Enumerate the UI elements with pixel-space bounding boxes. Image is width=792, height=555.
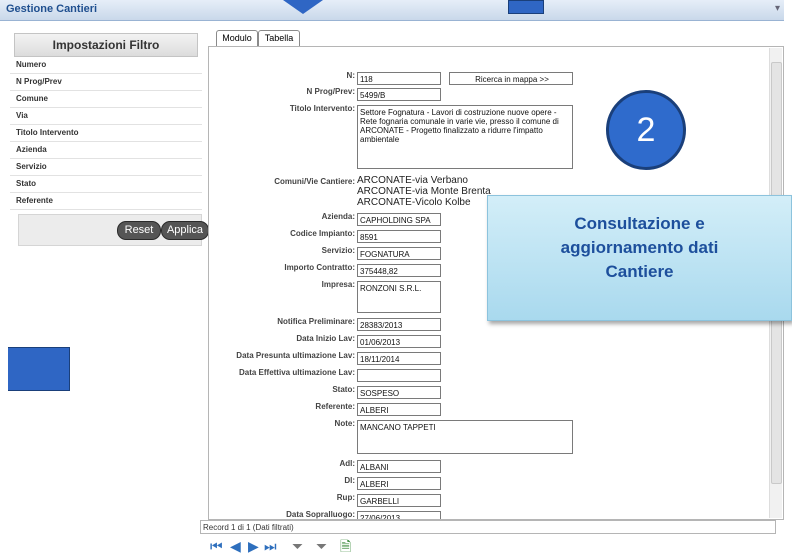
clear-filter-icon[interactable]: ⏷: [316, 538, 327, 554]
stato-label: Stato:: [332, 385, 355, 394]
impresa-label: Impresa:: [321, 280, 355, 289]
nprog-label: N Prog/Prev:: [306, 87, 355, 96]
callout-line: Cantiere: [605, 262, 674, 281]
decorative-rect-shape: [508, 0, 544, 14]
importo-label: Importo Contratto:: [284, 263, 355, 272]
map-search-button[interactable]: Ricerca in mappa >>: [449, 72, 573, 85]
decorative-block-shape: [8, 347, 70, 391]
first-record-icon[interactable]: ⏮: [210, 538, 223, 554]
reset-button[interactable]: Reset: [117, 221, 161, 240]
filter-icon[interactable]: ⏷: [292, 538, 303, 554]
n-label: N:: [346, 71, 355, 80]
tab-modulo[interactable]: Modulo: [216, 30, 258, 46]
callout-line: Consultazione e: [574, 214, 705, 233]
inizio-field[interactable]: 01/06/2013: [357, 335, 441, 348]
window-title: Gestione Cantieri: [6, 3, 98, 15]
step-number-badge: 2: [606, 90, 686, 170]
adl-label: Adl:: [339, 459, 355, 468]
titolo-textarea[interactable]: Settore Fognatura - Lavori di costruzion…: [357, 105, 573, 169]
note-textarea[interactable]: MANCANO TAPPETI: [357, 420, 573, 454]
dl-field[interactable]: ALBERI: [357, 477, 441, 490]
filter-row-via[interactable]: Via: [10, 108, 202, 125]
filter-buttons-bar: Reset Applica: [18, 214, 209, 246]
filter-row-stato[interactable]: Stato: [10, 176, 202, 193]
window-menu-icon[interactable]: ▾: [775, 3, 780, 14]
servizio-label: Servizio:: [321, 246, 355, 255]
filter-row-referente[interactable]: Referente: [10, 193, 202, 210]
effettiva-field[interactable]: [357, 369, 441, 382]
rup-field[interactable]: GARBELLI: [357, 494, 441, 507]
servizio-field[interactable]: FOGNATURA: [357, 247, 441, 260]
codice-field[interactable]: 8591: [357, 230, 441, 243]
stato-field[interactable]: SOSPESO: [357, 386, 441, 399]
referente-field[interactable]: ALBERI: [357, 403, 441, 416]
last-record-icon[interactable]: ⏭: [264, 538, 277, 554]
azienda-label: Azienda:: [321, 212, 355, 221]
impresa-textarea[interactable]: RONZONI S.R.L.: [357, 281, 441, 313]
n-field[interactable]: 118: [357, 72, 441, 85]
callout-line: aggiornamento dati: [560, 238, 719, 257]
presunta-field[interactable]: 18/11/2014: [357, 352, 441, 365]
inizio-label: Data Inizio Lav:: [296, 334, 355, 343]
presunta-label: Data Presunta ultimazione Lav:: [236, 351, 355, 360]
importo-field[interactable]: 375448,82: [357, 264, 441, 277]
comuni-item: ARCONATE-via Monte Brenta: [357, 186, 491, 197]
filter-row-comune[interactable]: Comune: [10, 91, 202, 108]
export-icon[interactable]: 🗎: [340, 538, 351, 554]
filter-row-servizio[interactable]: Servizio: [10, 159, 202, 176]
next-record-icon[interactable]: ▶: [248, 538, 259, 554]
note-label: Note:: [334, 419, 355, 428]
record-status: Record 1 di 1 (Dati filtrati): [200, 520, 776, 534]
effettiva-label: Data Effettiva ultimazione Lav:: [238, 368, 355, 377]
notifica-label: Notifica Preliminare:: [277, 317, 355, 326]
tab-tabella[interactable]: Tabella: [258, 30, 300, 46]
notifica-field[interactable]: 28383/2013: [357, 318, 441, 331]
comuni-list: ARCONATE-via Verbano ARCONATE-via Monte …: [357, 175, 491, 208]
sopralluogo-field[interactable]: 27/06/2013: [357, 511, 441, 519]
callout-box: Consultazione e aggiornamento dati Canti…: [487, 195, 792, 321]
sopralluogo-label: Data Sopralluogo:: [286, 510, 355, 519]
filter-row-azienda[interactable]: Azienda: [10, 142, 202, 159]
codice-label: Codice Impianto:: [290, 229, 355, 238]
adl-field[interactable]: ALBANI: [357, 460, 441, 473]
comuni-item: ARCONATE-via Verbano: [357, 175, 468, 186]
dl-label: Dl:: [344, 476, 355, 485]
comuni-item: ARCONATE-Vicolo Kolbe: [357, 197, 471, 208]
window-titlebar: Gestione Cantieri ▾: [0, 0, 784, 21]
filter-row-numero[interactable]: Numero: [10, 57, 202, 74]
apply-button[interactable]: Applica: [161, 221, 209, 240]
comuni-label: Comuni/Vie Cantiere:: [274, 177, 355, 186]
rup-label: Rup:: [336, 493, 355, 502]
filter-row-nprog[interactable]: N Prog/Prev: [10, 74, 202, 91]
referente-label: Referente:: [315, 402, 355, 411]
filter-row-titolo[interactable]: Titolo Intervento: [10, 125, 202, 142]
titolo-label: Titolo Intervento:: [289, 104, 355, 113]
filter-title: Impostazioni Filtro: [14, 33, 198, 57]
prev-record-icon[interactable]: ◀: [230, 538, 241, 554]
azienda-field[interactable]: CAPHOLDING SPA: [357, 213, 441, 226]
nprog-field[interactable]: 5499/B: [357, 88, 441, 101]
